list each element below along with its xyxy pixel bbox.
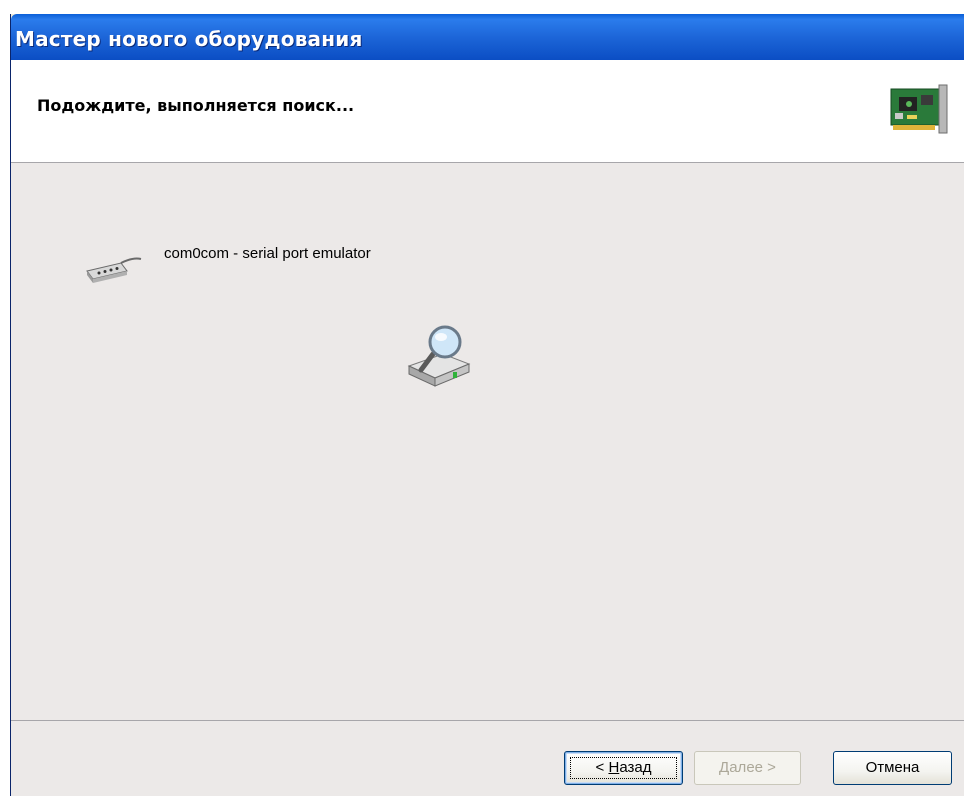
page-title: Подождите, выполняется поиск... — [37, 96, 355, 115]
serial-port-icon — [86, 257, 142, 283]
hardware-card-icon — [890, 84, 948, 134]
wizard-body: com0com - serial port emulator — [11, 163, 964, 721]
next-rest: алее — [729, 759, 763, 776]
back-button[interactable]: < Назад — [564, 751, 683, 785]
next-suffix: > — [763, 759, 776, 776]
focus-rect — [570, 757, 677, 779]
next-button[interactable]: Далее > — [694, 751, 801, 785]
next-accel: Д — [719, 759, 730, 776]
cancel-button[interactable]: Отмена — [833, 751, 952, 785]
wizard-window: Мастер нового оборудования Подождите, вы… — [10, 14, 964, 796]
window-title: Мастер нового оборудования — [15, 27, 363, 51]
button-bar: < Назад Далее > Отмена — [11, 721, 964, 796]
title-bar[interactable]: Мастер нового оборудования — [11, 14, 964, 60]
wizard-header: Подождите, выполняется поиск... — [11, 60, 964, 163]
searching-drive-icon — [407, 325, 471, 387]
device-name-label: com0com - serial port emulator — [164, 245, 371, 262]
